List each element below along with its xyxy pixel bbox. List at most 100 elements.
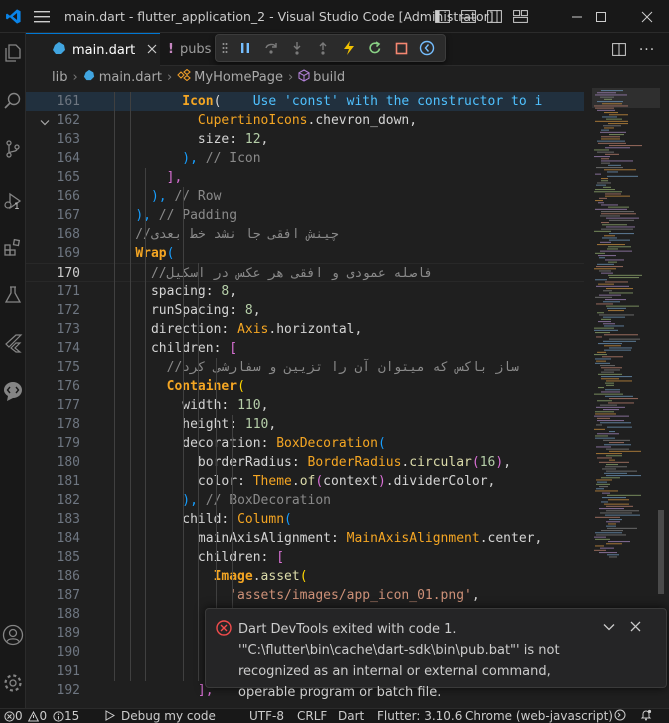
code-token: :: [205, 284, 222, 299]
code-line[interactable]: 173 direction: Axis.horizontal,: [26, 320, 584, 339]
toggle-secondary-sidebar-icon[interactable]: [484, 0, 504, 33]
chevron-down-icon[interactable]: [603, 621, 615, 636]
code-line[interactable]: 175 //ساز باکس که میتوان آن را تزیین و س…: [26, 358, 584, 377]
toggle-panel-icon[interactable]: [458, 0, 478, 33]
line-number: 190: [56, 645, 80, 660]
line-ending[interactable]: CRLF: [297, 709, 327, 723]
manage-gear-icon[interactable]: [0, 665, 26, 701]
testing-icon[interactable]: [0, 277, 26, 313]
restart-icon[interactable]: [362, 37, 388, 59]
hot-reload-icon[interactable]: [336, 37, 362, 59]
indent-guide: [183, 187, 184, 681]
line-number: 172: [56, 303, 80, 318]
scrollbar-thumb[interactable]: [658, 510, 664, 594]
code-line[interactable]: 174 children: [: [26, 339, 584, 358]
pause-icon[interactable]: [232, 37, 258, 59]
code-line[interactable]: 178 height: 110,: [26, 415, 584, 434]
device-selector[interactable]: Chrome (web-javascript): [465, 709, 613, 723]
code-token: ),: [150, 189, 167, 204]
chevron-right-icon: ›: [72, 69, 78, 85]
code-line[interactable]: 184 mainAxisAlignment: MainAxisAlignment…: [26, 529, 584, 548]
code-line[interactable]: 167 ), // Padding: [26, 206, 584, 225]
toggle-primary-sidebar-icon[interactable]: [432, 0, 452, 33]
code-line[interactable]: 161 Icon( Use 'const' with the construct…: [26, 92, 584, 111]
code-line[interactable]: 164 ), // Icon: [26, 149, 584, 168]
step-over-icon[interactable]: [258, 37, 284, 59]
more-actions-icon[interactable]: ···: [636, 33, 658, 66]
code-line[interactable]: 170 //فاصله عمودی و افقی هر عکس در اسکیل: [26, 263, 584, 282]
breadcrumb-file[interactable]: main.dart: [99, 70, 162, 85]
indent-guide: [114, 92, 115, 681]
code-line[interactable]: 169 Wrap(: [26, 244, 584, 263]
flutter-version[interactable]: Flutter: 3.10.6: [377, 709, 462, 723]
code-line[interactable]: 181 color: Theme.of(context).dividerColo…: [26, 472, 584, 491]
code-line[interactable]: 185 children: [: [26, 548, 584, 567]
close-window-icon[interactable]: [632, 0, 662, 33]
extensions-icon[interactable]: [0, 229, 26, 265]
code-line[interactable]: 183 child: Column(: [26, 510, 584, 529]
code-token: of: [299, 474, 316, 489]
code-token: Axis: [237, 322, 269, 337]
run-and-debug-icon[interactable]: 1: [0, 183, 26, 219]
stop-icon[interactable]: [388, 37, 414, 59]
fold-chevron-icon[interactable]: [40, 116, 50, 131]
devtools-icon[interactable]: [414, 37, 440, 59]
code-line[interactable]: 187 'assets/images/app_icon_01.png',: [26, 586, 584, 605]
code-token: asset: [260, 569, 300, 584]
code-line[interactable]: 162 CupertinoIcons.chevron_down,: [26, 111, 584, 130]
close-notification-icon[interactable]: [630, 621, 641, 636]
tab-label: main.dart: [72, 42, 136, 58]
step-into-icon[interactable]: [284, 37, 310, 59]
code-line[interactable]: 163 size: 12,: [26, 130, 584, 149]
menu-icon[interactable]: [30, 0, 54, 33]
code-line[interactable]: 166 ), // Row: [26, 187, 584, 206]
debug-config[interactable]: Debug my code: [104, 709, 216, 723]
code-line[interactable]: 182 ), // BoxDecoration: [26, 491, 584, 510]
remote-icon[interactable]: [614, 709, 626, 723]
code-line[interactable]: 180 borderRadius: BorderRadius.circular(…: [26, 453, 584, 472]
source-control-icon[interactable]: [0, 131, 26, 167]
code-token: decoration: [182, 436, 261, 451]
close-tab-icon[interactable]: [147, 43, 157, 58]
code-line[interactable]: 176 Container(: [26, 377, 584, 396]
tab-pubspec[interactable]: ! pubs: [168, 33, 216, 66]
drag-handle-icon[interactable]: [222, 37, 232, 59]
encoding[interactable]: UTF-8: [249, 709, 284, 723]
code-text: mainAxisAlignment: MainAxisAlignment.cen…: [104, 529, 542, 548]
code-line[interactable]: 165 ],: [26, 168, 584, 187]
tab-main-dart[interactable]: main.dart: [26, 33, 160, 66]
search-icon[interactable]: [0, 83, 26, 119]
code-line[interactable]: 177 width: 110,: [26, 396, 584, 415]
code-token: :: [330, 531, 347, 546]
notification-message: Dart DevTools exited with code 1. '"C:\f…: [238, 622, 560, 700]
code-line[interactable]: 179 decoration: BoxDecoration(: [26, 434, 584, 453]
code-token: circular: [409, 455, 472, 470]
code-line[interactable]: 168 //چینش افقی جا نشد خط بعدی: [26, 225, 584, 244]
customize-layout-icon[interactable]: [510, 0, 530, 33]
code-token: Wrap: [135, 246, 167, 261]
code-text: ), // BoxDecoration: [104, 491, 331, 510]
remote-explorer-icon[interactable]: [0, 373, 26, 409]
notifications-bell-icon[interactable]: [640, 709, 652, 723]
flutter-icon[interactable]: [0, 325, 26, 361]
language-mode[interactable]: Dart: [338, 709, 364, 723]
line-number: 182: [56, 493, 80, 508]
step-out-icon[interactable]: [310, 37, 336, 59]
problems-indicator[interactable]: 0 0 15: [4, 709, 79, 723]
indent-guide: [145, 168, 146, 681]
maximize-icon[interactable]: [586, 0, 616, 33]
breadcrumb-class[interactable]: MyHomePage: [194, 70, 283, 85]
breadcrumb-method[interactable]: build: [313, 70, 345, 85]
code-token: Column: [237, 512, 285, 527]
code-line[interactable]: 172 runSpacing: 8,: [26, 301, 584, 320]
breadcrumb-folder[interactable]: lib: [52, 70, 67, 85]
split-editor-icon[interactable]: [608, 33, 630, 66]
indent-guide: [198, 263, 199, 681]
code-line[interactable]: 186 Image.asset(: [26, 567, 584, 586]
accounts-icon[interactable]: [0, 617, 26, 653]
code-line[interactable]: 171 spacing: 8,: [26, 282, 584, 301]
line-number: 162: [56, 113, 80, 128]
explorer-icon[interactable]: [0, 35, 26, 71]
